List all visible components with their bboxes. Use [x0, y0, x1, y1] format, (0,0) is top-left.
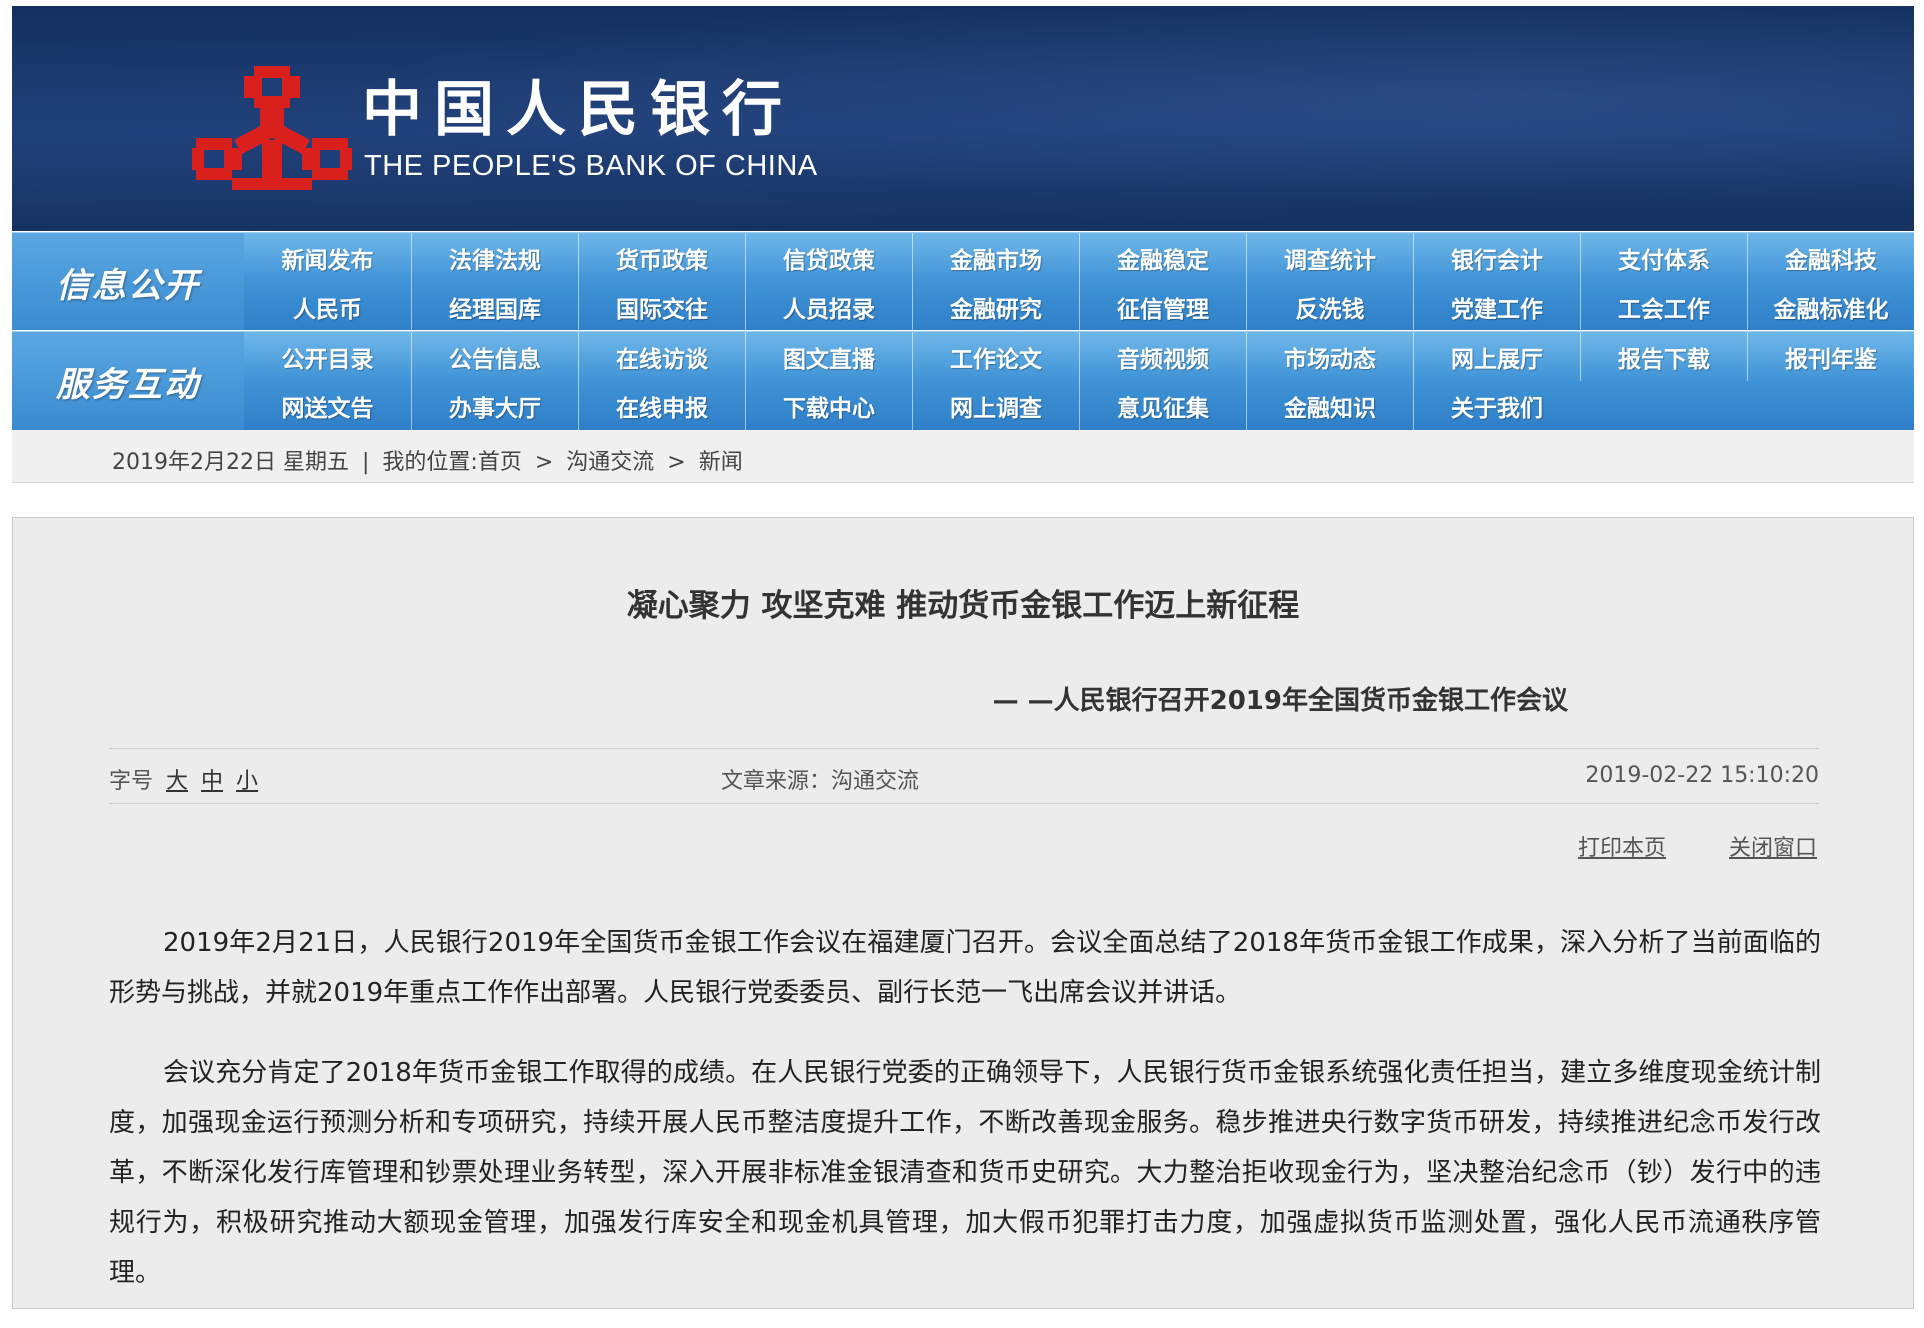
- nav-item-research[interactable]: 金融研究: [912, 282, 1079, 331]
- nav-item-fintech[interactable]: 金融科技: [1747, 233, 1914, 282]
- nav-item-standardization[interactable]: 金融标准化: [1747, 282, 1914, 331]
- print-page-link[interactable]: 打印本页: [1578, 836, 1666, 861]
- article-meta-bar: 字号 大 中 小 文章来源：沟通交流 2019-02-22 15:10:20: [109, 748, 1819, 804]
- site-banner: 中国人民银行 THE PEOPLE'S BANK OF CHINA: [12, 6, 1914, 231]
- nav-item-notices[interactable]: 网送文告: [244, 381, 411, 430]
- nav-item-accounting[interactable]: 银行会计: [1413, 233, 1580, 282]
- nav-item-audio-video[interactable]: 音频视频: [1079, 332, 1246, 381]
- close-window-link[interactable]: 关闭窗口: [1729, 836, 1817, 861]
- nav-info-grid: 新闻发布 法律法规 货币政策 信贷政策 金融市场 金融稳定 调查统计 银行会计 …: [244, 233, 1914, 331]
- article-paragraph: 2019年2月21日，人民银行2019年全国货币金银工作会议在福建厦门召开。会议…: [109, 928, 1821, 1008]
- nav-item-download-center[interactable]: 下载中心: [745, 381, 912, 430]
- nav-item-union[interactable]: 工会工作: [1580, 282, 1747, 331]
- nav-item-financial-stability[interactable]: 金融稳定: [1079, 233, 1246, 282]
- nav-item-online-exhibition[interactable]: 网上展厅: [1413, 332, 1580, 381]
- nav-item-public-catalog[interactable]: 公开目录: [244, 332, 411, 381]
- nav-item-international[interactable]: 国际交往: [578, 282, 745, 331]
- nav-item-rmb[interactable]: 人民币: [244, 282, 411, 331]
- nav-item-payment[interactable]: 支付体系: [1580, 233, 1747, 282]
- nav-item-feedback[interactable]: 意见征集: [1079, 381, 1246, 430]
- nav-item-about-us[interactable]: 关于我们: [1413, 381, 1580, 430]
- nav-item-law[interactable]: 法律法规: [411, 233, 578, 282]
- current-date: 2019年2月22日 星期五: [112, 450, 349, 475]
- pboc-logo-icon: [192, 66, 352, 190]
- nav-empty-cell: [1580, 381, 1747, 430]
- nav-info-disclosure: 信息公开 新闻发布 法律法规 货币政策 信贷政策 金融市场 金融稳定 调查统计 …: [12, 232, 1914, 331]
- nav-item-statistics[interactable]: 调查统计: [1246, 233, 1413, 282]
- location-label: 我的位置:: [382, 450, 478, 475]
- breadcrumb-current-page[interactable]: 新闻: [699, 450, 743, 475]
- breadcrumb-home-link[interactable]: 首页: [478, 450, 522, 475]
- nav-item-announcements[interactable]: 公告信息: [411, 332, 578, 381]
- font-size-label: 字号: [109, 769, 154, 794]
- nav-item-financial-knowledge[interactable]: 金融知识: [1246, 381, 1413, 430]
- nav-item-recruitment[interactable]: 人员招录: [745, 282, 912, 331]
- article-body: 2019年2月21日，人民银行2019年全国货币金银工作会议在福建厦门召开。会议…: [109, 918, 1821, 1328]
- nav-item-financial-market[interactable]: 金融市场: [912, 233, 1079, 282]
- article-actions: 打印本页 关闭窗口: [1522, 830, 1817, 862]
- article-panel: 凝心聚力 攻坚克难 推动货币金银工作迈上新征程 — —人民银行召开2019年全国…: [12, 517, 1914, 1309]
- nav-item-report-download[interactable]: 报告下载: [1580, 332, 1747, 381]
- article-source: 文章来源：沟通交流: [721, 769, 920, 794]
- breadcrumb: 2019年2月22日 星期五 | 我的位置:首页 > 沟通交流 > 新闻: [112, 444, 743, 476]
- nav-service-label: 服务互动: [12, 332, 244, 430]
- nav-empty-cell: [1747, 381, 1914, 430]
- nav-info-label: 信息公开: [12, 233, 244, 331]
- nav-item-monetary-policy[interactable]: 货币政策: [578, 233, 745, 282]
- nav-service-grid: 公开目录 公告信息 在线访谈 图文直播 工作论文 音频视频 市场动态 网上展厅 …: [244, 332, 1914, 430]
- nav-item-aml[interactable]: 反洗钱: [1246, 282, 1413, 331]
- breadcrumb-bar: 2019年2月22日 星期五 | 我的位置:首页 > 沟通交流 > 新闻: [12, 430, 1914, 483]
- article-datetime: 2019-02-22 15:10:20: [1585, 763, 1819, 788]
- nav-service-interaction: 服务互动 公开目录 公告信息 在线访谈 图文直播 工作论文 音频视频 市场动态 …: [12, 331, 1914, 430]
- nav-item-news[interactable]: 新闻发布: [244, 233, 411, 282]
- nav-item-party[interactable]: 党建工作: [1413, 282, 1580, 331]
- nav-item-service-hall[interactable]: 办事大厅: [411, 381, 578, 430]
- nav-item-credit-policy[interactable]: 信贷政策: [745, 233, 912, 282]
- nav-item-online-filing[interactable]: 在线申报: [578, 381, 745, 430]
- breadcrumb-arrow: >: [667, 450, 686, 475]
- nav-item-yearbooks[interactable]: 报刊年鉴: [1747, 332, 1914, 381]
- bank-chinese-name: 中国人民银行: [362, 75, 794, 145]
- font-size-large-link[interactable]: 大: [166, 769, 188, 794]
- nav-item-online-interview[interactable]: 在线访谈: [578, 332, 745, 381]
- bank-english-name: THE PEOPLE'S BANK OF CHINA: [364, 150, 818, 182]
- nav-item-market-news[interactable]: 市场动态: [1246, 332, 1413, 381]
- nav-item-treasury[interactable]: 经理国库: [411, 282, 578, 331]
- font-size-control: 字号 大 中 小: [109, 763, 258, 795]
- article-title: 凝心聚力 攻坚克难 推动货币金银工作迈上新征程: [626, 588, 1300, 624]
- nav-item-working-papers[interactable]: 工作论文: [912, 332, 1079, 381]
- nav-item-online-survey[interactable]: 网上调查: [912, 381, 1079, 430]
- font-size-medium-link[interactable]: 中: [201, 769, 223, 794]
- breadcrumb-section-link[interactable]: 沟通交流: [566, 450, 654, 475]
- article-paragraph: 会议充分肯定了2018年货币金银工作取得的成绩。在人民银行党委的正确领导下，人民…: [109, 1058, 1821, 1288]
- nav-item-live-broadcast[interactable]: 图文直播: [745, 332, 912, 381]
- breadcrumb-arrow: >: [534, 450, 554, 475]
- article-subtitle: — —人民银行召开2019年全国货币金银工作会议: [992, 686, 1568, 716]
- nav-item-credit-reference[interactable]: 征信管理: [1079, 282, 1246, 331]
- breadcrumb-divider: |: [361, 450, 370, 475]
- font-size-small-link[interactable]: 小: [236, 769, 258, 794]
